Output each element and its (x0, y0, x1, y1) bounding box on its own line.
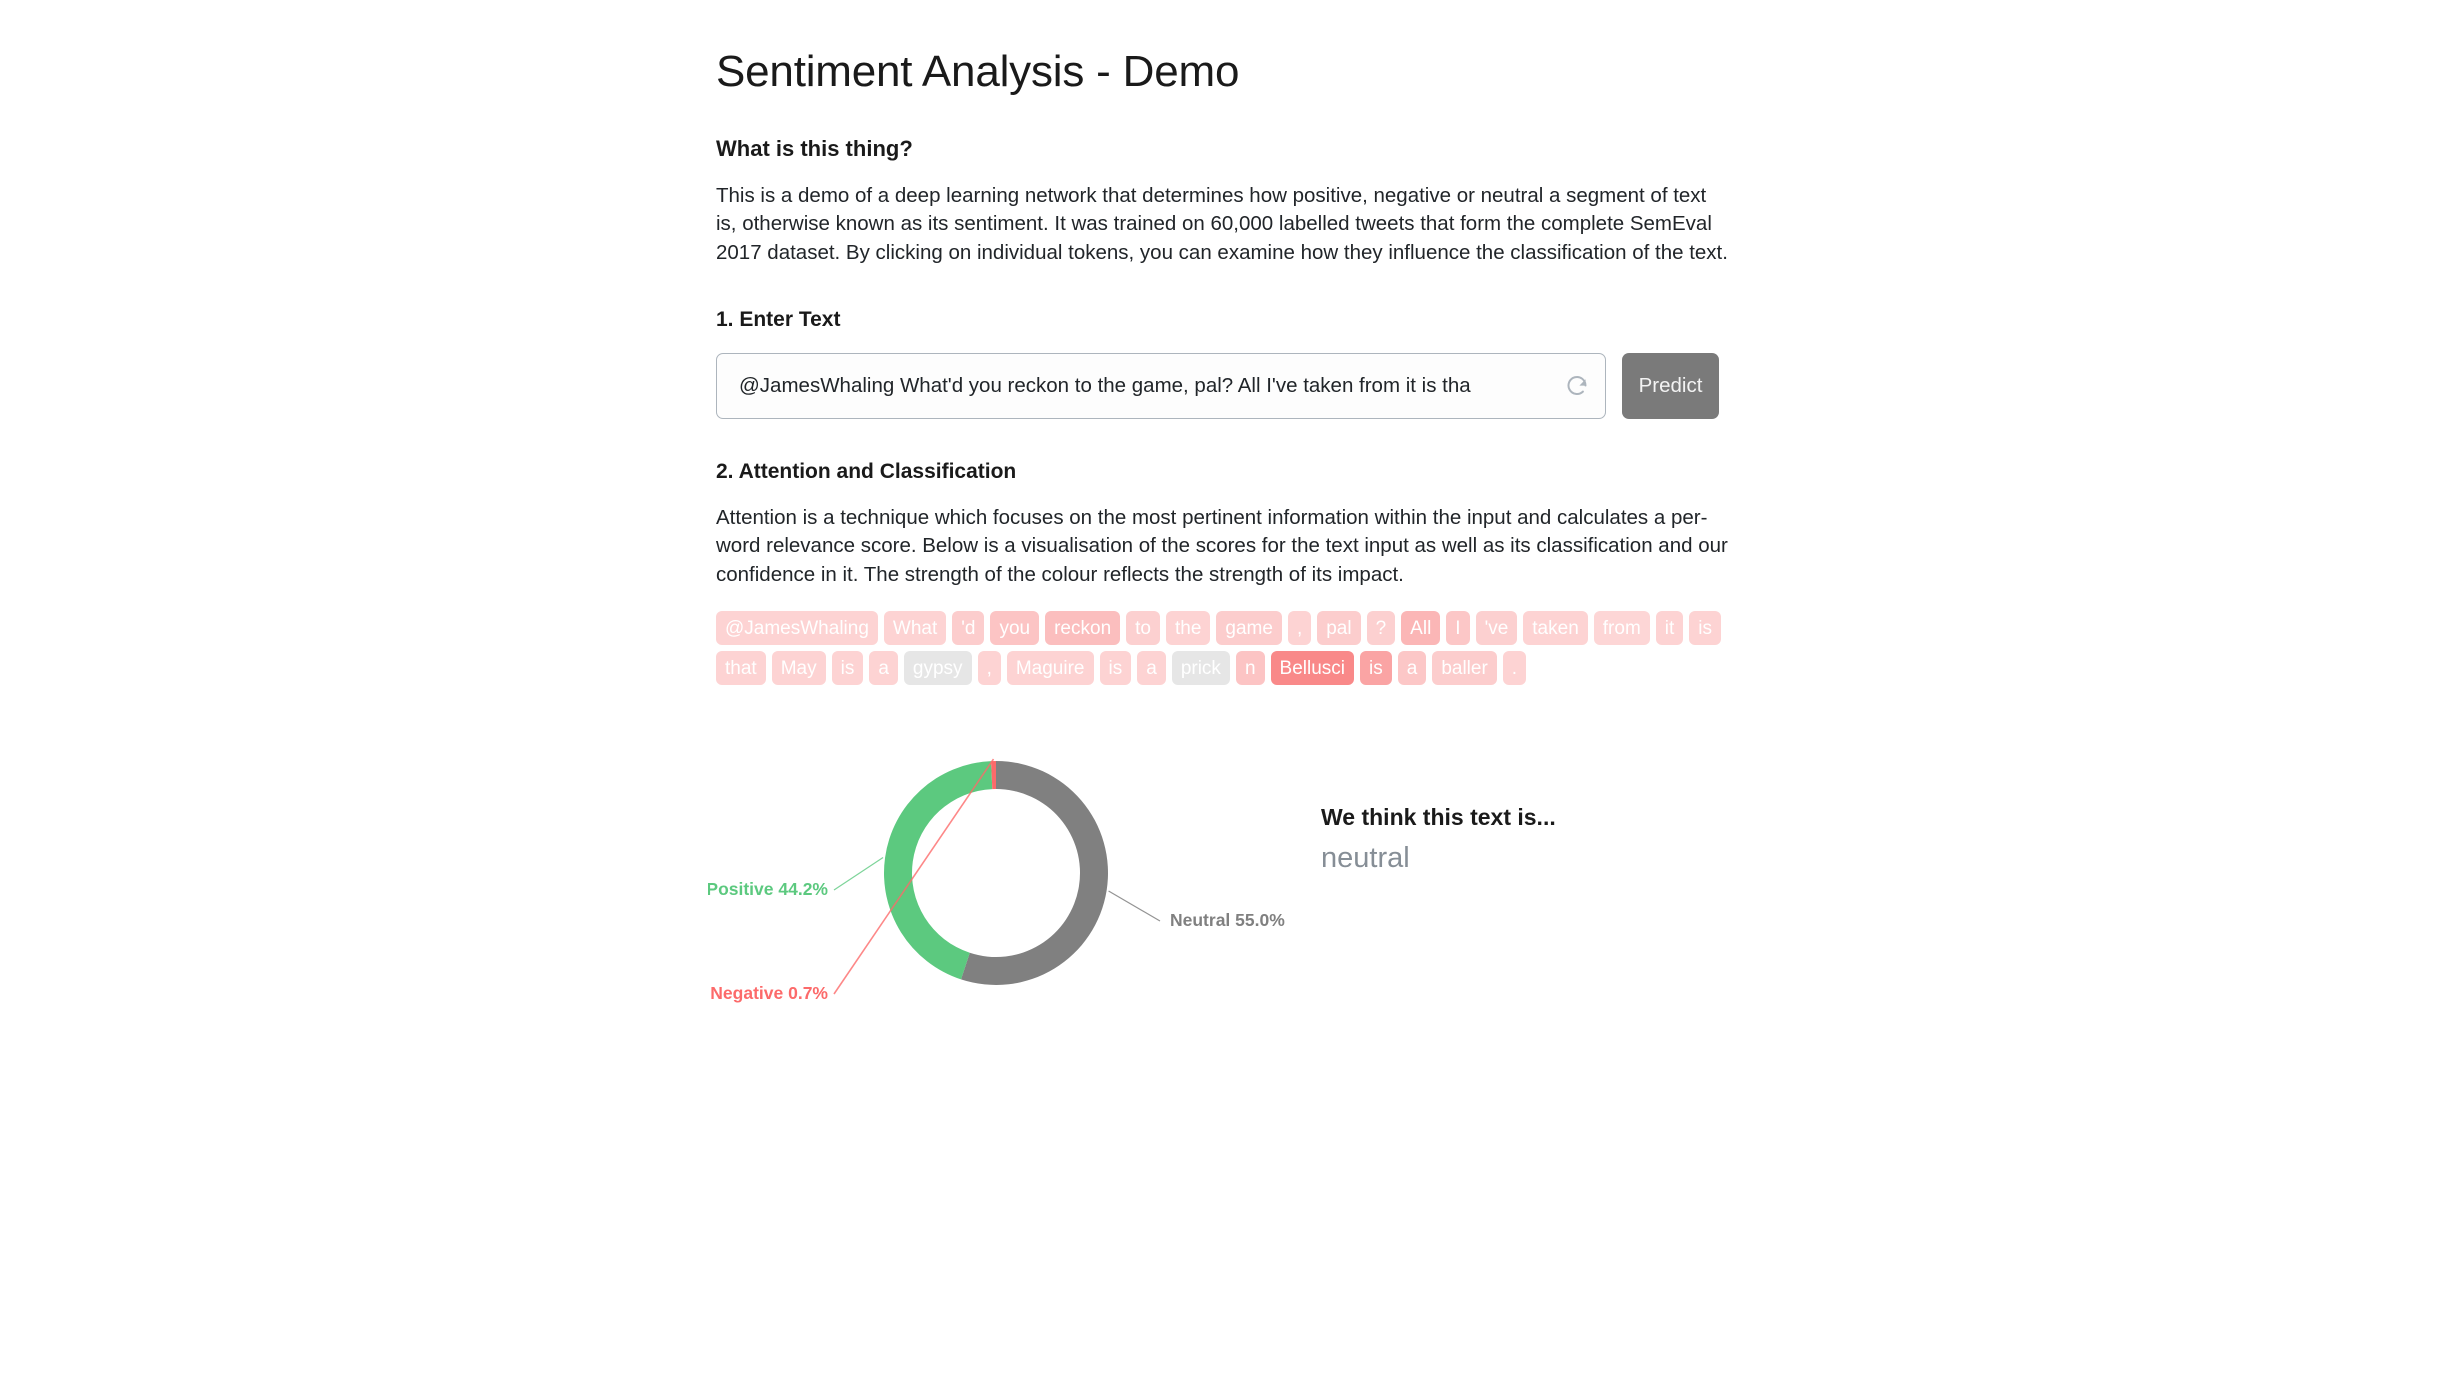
classification-result: Neutral 55.0% Positive 44.2% Negative 0.7%… (706, 731, 1746, 1061)
attention-token[interactable]: 've (1475, 611, 1518, 646)
attention-token[interactable]: ? (1366, 611, 1396, 646)
attention-token[interactable]: 'd (952, 611, 985, 646)
donut-leader-line (833, 857, 884, 891)
attention-token[interactable]: to (1126, 611, 1160, 646)
attention-token[interactable]: reckon (1045, 611, 1121, 646)
sentiment-text-input[interactable] (717, 373, 1605, 398)
attention-token[interactable]: game (1216, 611, 1282, 646)
attention-token[interactable]: you (990, 611, 1040, 646)
attention-token[interactable]: is (1360, 651, 1392, 686)
refresh-icon[interactable] (1565, 374, 1589, 398)
attention-token[interactable]: I (1446, 611, 1470, 646)
text-input-wrapper[interactable] (716, 352, 1606, 419)
attention-token[interactable]: from (1593, 611, 1650, 646)
attention-token[interactable]: , (1287, 611, 1312, 646)
about-paragraph: This is a demo of a deep learning networ… (716, 183, 1728, 264)
attention-token[interactable]: What (883, 611, 947, 646)
donut-svg: Neutral 55.0% Positive 44.2% Negative 0.7% (706, 758, 1285, 1003)
verdict-value: neutral (1321, 842, 1410, 875)
attention-token[interactable]: is (831, 651, 864, 686)
attention-token[interactable]: baller (1432, 651, 1497, 686)
donut-slice-label: Neutral 55.0% (1170, 910, 1285, 930)
attention-token[interactable]: . (1502, 651, 1527, 686)
attention-token[interactable]: is (1689, 611, 1721, 646)
attention-token[interactable]: a (1137, 651, 1166, 686)
step2-paragraph: Attention is a technique which focuses o… (716, 505, 1728, 586)
donut-slice (961, 761, 1108, 986)
step2-heading: 2. Attention and Classification (716, 459, 1017, 483)
donut-slice-label: Positive 44.2% (708, 879, 828, 899)
attention-token[interactable]: a (869, 651, 898, 686)
attention-token[interactable]: prick (1171, 651, 1230, 686)
attention-token[interactable]: taken (1523, 611, 1588, 646)
predict-button[interactable]: Predict (1622, 352, 1719, 419)
donut-slice-label: Negative 0.7% (710, 983, 828, 1003)
attention-token[interactable]: May (771, 651, 826, 686)
attention-token[interactable]: is (1099, 651, 1132, 686)
donut-slice (883, 761, 993, 980)
about-heading: What is this thing? (716, 135, 913, 161)
attention-token[interactable]: All (1401, 611, 1441, 646)
attention-token[interactable]: it (1655, 611, 1684, 646)
attention-token[interactable]: the (1166, 611, 1211, 646)
page-title: Sentiment Analysis - Demo (716, 47, 1240, 96)
donut-leader-line (1108, 890, 1161, 922)
text-input-row: Predict (716, 333, 1746, 419)
attention-token[interactable]: , (977, 651, 1001, 686)
attention-token[interactable]: that (716, 651, 766, 686)
attention-token[interactable]: pal (1317, 611, 1361, 646)
attention-token[interactable]: n (1235, 651, 1265, 686)
attention-token[interactable]: @JamesWhaling (716, 611, 878, 646)
attention-token[interactable]: a (1397, 651, 1427, 686)
verdict-block: We think this text is... neutral (1321, 803, 1701, 876)
content-container: Sentiment Analysis - Demo What is this t… (706, 0, 1746, 1061)
attention-token[interactable]: Bellusci (1270, 651, 1354, 686)
sentiment-donut-chart: Neutral 55.0% Positive 44.2% Negative 0.7% (706, 731, 1398, 1061)
verdict-label: We think this text is... (1321, 804, 1556, 831)
app-page: Sentiment Analysis - Demo What is this t… (0, 0, 2448, 1377)
step1-heading: 1. Enter Text (716, 308, 841, 332)
attention-token[interactable]: Maguire (1006, 651, 1094, 686)
attention-token[interactable]: gypsy (903, 651, 972, 686)
attention-token-list: @JamesWhaling What'd you reckon to the game, pa… (716, 589, 1726, 686)
